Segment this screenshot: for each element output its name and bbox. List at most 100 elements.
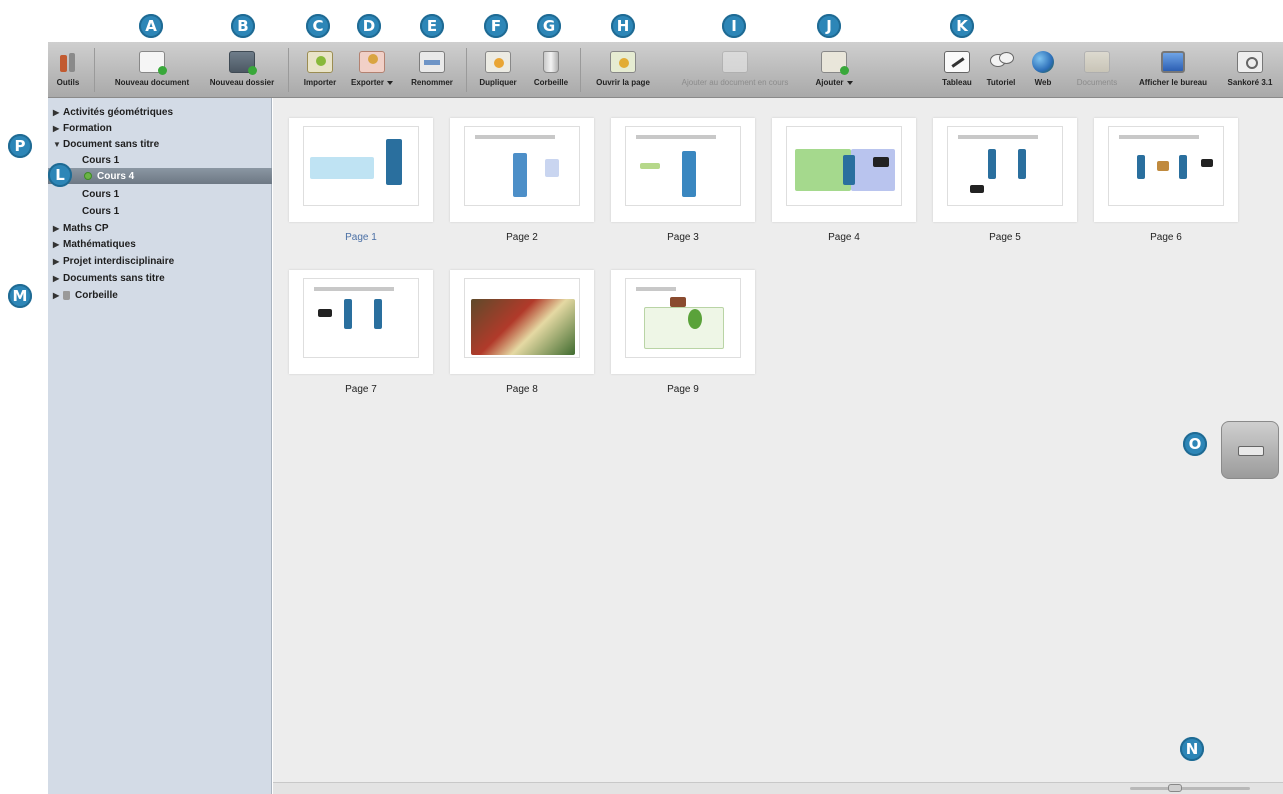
- web-label: Web: [1034, 78, 1052, 87]
- tools-button[interactable]: Outils: [54, 42, 82, 98]
- callout-c: C: [306, 14, 330, 38]
- tools-label: Outils: [56, 78, 80, 87]
- current-document-icon: [84, 172, 92, 180]
- page-thumbnail[interactable]: [611, 270, 755, 374]
- disclosure-triangle-icon[interactable]: ▶: [53, 257, 63, 266]
- tree-item-documents-sans-titre[interactable]: ▶ Documents sans titre: [48, 270, 272, 286]
- tree-item-label: Formation: [63, 122, 112, 134]
- tree-item-activites-geometriques[interactable]: ▶ Activités géométriques: [48, 104, 272, 120]
- callout-n: N: [1180, 737, 1204, 761]
- duplicate-icon: [485, 51, 511, 73]
- callout-i: I: [722, 14, 746, 38]
- zoom-slider-track[interactable]: [1130, 787, 1250, 790]
- disclosure-triangle-icon[interactable]: ▶: [53, 224, 63, 233]
- page-thumbnail[interactable]: [450, 270, 594, 374]
- tree-item-mathematiques[interactable]: ▶ Mathématiques: [48, 236, 272, 252]
- disclosure-triangle-icon[interactable]: ▶: [53, 240, 63, 249]
- web-button[interactable]: Web: [1028, 42, 1058, 98]
- page-label[interactable]: Page 2: [450, 232, 594, 243]
- page-thumbnail[interactable]: [289, 118, 433, 222]
- slide-preview: [625, 126, 741, 206]
- disclosure-triangle-icon[interactable]: ▶: [53, 274, 63, 283]
- page-thumbnail-grid: Page 1 Page 2 Page 3 Page 4 Page 5 Page …: [273, 98, 1283, 782]
- tree-item-corbeille[interactable]: ▶ Corbeille: [48, 287, 272, 303]
- page-label[interactable]: Page 5: [933, 232, 1077, 243]
- tree-item-document-sans-titre[interactable]: ▼ Document sans titre: [48, 136, 272, 152]
- disclosure-triangle-expanded-icon[interactable]: ▼: [53, 140, 63, 149]
- board-button[interactable]: Tableau: [936, 42, 978, 98]
- open-page-button[interactable]: Ouvrir la page: [588, 42, 658, 98]
- page-thumbnail[interactable]: [1094, 118, 1238, 222]
- page-label[interactable]: Page 7: [289, 384, 433, 395]
- slide-preview: [1108, 126, 1224, 206]
- tree-item-cours-1[interactable]: Cours 1: [48, 186, 272, 202]
- page-label[interactable]: Page 8: [450, 384, 594, 395]
- web-icon: [1032, 51, 1054, 73]
- callout-o: O: [1183, 432, 1207, 456]
- virtual-keyboard-button[interactable]: [1221, 421, 1279, 479]
- callout-f: F: [484, 14, 508, 38]
- tree-item-label: Projet interdisciplinaire: [63, 255, 175, 267]
- page-thumbnail[interactable]: [289, 270, 433, 374]
- sankore-icon: [1237, 51, 1263, 73]
- slide-preview: [947, 126, 1063, 206]
- board-icon: [944, 51, 970, 73]
- page-label[interactable]: Page 1: [289, 232, 433, 243]
- documents-button[interactable]: Documents: [1068, 42, 1126, 98]
- tree-item-cours-1[interactable]: Cours 1: [48, 152, 272, 168]
- slide-preview: [464, 126, 580, 206]
- page-thumbnail[interactable]: [611, 118, 755, 222]
- toolbar: Outils Nouveau document Nouveau dossier …: [48, 42, 1283, 98]
- new-folder-button[interactable]: Nouveau dossier: [202, 42, 282, 98]
- disclosure-triangle-icon[interactable]: ▶: [53, 124, 63, 133]
- add-icon: [821, 51, 849, 75]
- add-to-current-document-button[interactable]: Ajouter au document en cours: [662, 42, 808, 98]
- slide-preview: [786, 126, 902, 206]
- page-thumbnail[interactable]: [450, 118, 594, 222]
- export-label-text: Exporter: [351, 78, 384, 87]
- rename-icon: [419, 51, 445, 73]
- trash-button[interactable]: Corbeille: [528, 42, 574, 98]
- sidebar-tree: ▶ Activités géométriques ▶ Formation ▼ D…: [48, 98, 272, 794]
- add-label: Ajouter: [816, 78, 853, 87]
- tree-item-label: Cours 4: [97, 170, 135, 182]
- duplicate-button[interactable]: Dupliquer: [474, 42, 522, 98]
- disclosure-triangle-icon[interactable]: ▶: [53, 108, 63, 117]
- callout-h: H: [611, 14, 635, 38]
- sankore-button[interactable]: Sankoré 3.1: [1220, 42, 1280, 98]
- tree-item-projet-interdisciplinaire[interactable]: ▶ Projet interdisciplinaire: [48, 253, 272, 269]
- add-button[interactable]: Ajouter: [806, 42, 862, 98]
- export-label: Exporter: [351, 78, 393, 87]
- tree-item-maths-cp[interactable]: ▶ Maths CP: [48, 220, 272, 236]
- documents-label: Documents: [1076, 78, 1118, 87]
- page-thumbnail[interactable]: [933, 118, 1077, 222]
- page-label[interactable]: Page 6: [1094, 232, 1238, 243]
- toolbar-separator: [288, 48, 289, 92]
- rename-button[interactable]: Renommer: [404, 42, 460, 98]
- page-label[interactable]: Page 9: [611, 384, 755, 395]
- add-label-text: Ajouter: [815, 78, 844, 87]
- callout-a: A: [139, 14, 163, 38]
- tree-item-cours-4-selected[interactable]: Cours 4: [48, 168, 272, 184]
- tree-item-cours-1[interactable]: Cours 1: [48, 203, 272, 219]
- import-button[interactable]: Importer: [298, 42, 342, 98]
- tutorial-label: Tutoriel: [986, 78, 1016, 87]
- tree-item-label: Maths CP: [63, 222, 109, 234]
- keyboard-icon: [1238, 446, 1264, 456]
- tools-icon: [56, 51, 80, 73]
- new-document-button[interactable]: Nouveau document: [106, 42, 198, 98]
- show-desktop-button[interactable]: Afficher le bureau: [1130, 42, 1216, 98]
- page-label[interactable]: Page 3: [611, 232, 755, 243]
- callout-m: M: [8, 284, 32, 308]
- export-button[interactable]: Exporter: [346, 42, 398, 98]
- page-label[interactable]: Page 4: [772, 232, 916, 243]
- import-label: Importer: [303, 78, 337, 87]
- disclosure-triangle-icon[interactable]: ▶: [53, 291, 63, 300]
- tutorial-button[interactable]: Tutoriel: [980, 42, 1022, 98]
- tree-item-formation[interactable]: ▶ Formation: [48, 120, 272, 136]
- zoom-slider-handle[interactable]: [1168, 784, 1182, 792]
- export-icon: [359, 51, 385, 73]
- slide-preview: [464, 278, 580, 358]
- new-folder-icon: [229, 51, 257, 75]
- page-thumbnail[interactable]: [772, 118, 916, 222]
